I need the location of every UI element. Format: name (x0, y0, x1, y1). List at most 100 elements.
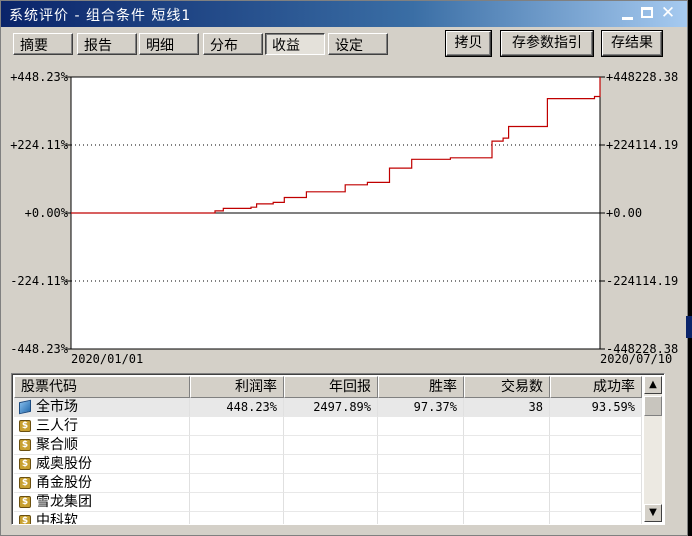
stock-name-text: 威奥股份 (36, 456, 92, 472)
cell-win-rate (378, 474, 464, 493)
save-params-button[interactable]: 存参数指引 (501, 31, 593, 56)
cell-profit-rate (190, 436, 284, 455)
scroll-thumb[interactable] (644, 396, 662, 416)
stock-name-text: 全市场 (36, 399, 78, 415)
cell-stock-name: $ 中科软 (14, 512, 190, 525)
returns-chart-svg: +448.23% +448228.38 +224.11% +224114.19 +0.0… (10, 70, 678, 366)
cell-annual-return (284, 512, 378, 524)
table-row[interactable]: $ 中科软 (14, 512, 642, 525)
cell-profit-rate: 448.23% (190, 398, 284, 417)
evaluation-window: 系统评价 - 组合条件 短线1 ✕ 摘要 报告 明细 分布 收益 设定 拷贝 存… (0, 0, 688, 536)
y-tick-label-right: +224114.19 (606, 138, 678, 152)
cell-profit-rate (190, 417, 284, 436)
stock-name-text: 聚合顺 (36, 437, 78, 453)
header-profit-rate[interactable]: 利润率 (190, 376, 284, 398)
cell-success-rate (550, 455, 642, 474)
vertical-scrollbar[interactable]: ▲ ▼ (644, 376, 662, 522)
stock-name-text: 中科软 (36, 513, 78, 525)
tab-settings[interactable]: 设定 (328, 33, 388, 55)
maximize-button[interactable] (639, 6, 657, 22)
x-label-start: 2020/01/01 (71, 352, 143, 366)
copy-button[interactable]: 拷贝 (446, 31, 491, 56)
cell-annual-return (284, 474, 378, 493)
tab-report[interactable]: 报告 (77, 33, 137, 55)
table-row[interactable]: $ 威奥股份 (14, 455, 642, 474)
cell-win-rate: 97.37% (378, 398, 464, 417)
y-tick-label-right: +0.00 (606, 206, 642, 220)
minimize-button[interactable] (619, 6, 637, 22)
x-label-end: 2020/07/10 (600, 352, 672, 366)
scroll-up-icon[interactable]: ▲ (644, 376, 662, 394)
stock-name-text: 三人行 (36, 418, 78, 434)
stock-icon: $ (19, 420, 31, 432)
cell-annual-return: 2497.89% (284, 398, 378, 417)
y-tick-label-left: +448.23% (10, 70, 69, 84)
table-header: 股票代码 利润率 年回报 胜率 交易数 成功率 (14, 376, 642, 398)
y-tick-label-left: -224.11% (10, 274, 69, 288)
stock-icon: $ (19, 439, 31, 451)
table-row[interactable]: 全市场 448.23% 2497.89% 97.37% 38 93.59% (14, 398, 642, 417)
returns-chart: +448.23% +448228.38 +224.11% +224114.19 +0.0… (1, 65, 687, 371)
cell-profit-rate (190, 455, 284, 474)
cell-annual-return (284, 493, 378, 512)
tab-summary[interactable]: 摘要 (13, 33, 73, 55)
cell-success-rate (550, 493, 642, 512)
cell-annual-return (284, 417, 378, 436)
tab-details[interactable]: 明细 (139, 33, 199, 55)
cell-trade-count (464, 493, 550, 512)
stock-icon: $ (19, 458, 31, 470)
table-row[interactable]: $ 三人行 (14, 417, 642, 436)
header-win-rate[interactable]: 胜率 (378, 376, 464, 398)
stock-name-text: 甬金股份 (36, 475, 92, 491)
cell-success-rate (550, 512, 642, 524)
cell-win-rate (378, 512, 464, 524)
close-button[interactable]: ✕ (659, 3, 677, 23)
stock-name-text: 雪龙集团 (36, 494, 92, 510)
close-icon: ✕ (660, 3, 676, 23)
stock-icon: $ (19, 515, 31, 524)
cell-stock-name: $ 三人行 (14, 417, 190, 436)
cell-win-rate (378, 493, 464, 512)
cell-stock-name: $ 聚合顺 (14, 436, 190, 455)
cell-trade-count (464, 455, 550, 474)
save-results-button[interactable]: 存结果 (602, 31, 662, 56)
market-icon (19, 399, 31, 415)
y-tick-label-right: +448228.38 (606, 70, 678, 84)
tab-distribution[interactable]: 分布 (203, 33, 263, 55)
cell-win-rate (378, 436, 464, 455)
cell-trade-count (464, 417, 550, 436)
cell-stock-name: 全市场 (14, 398, 190, 417)
stock-icon: $ (19, 477, 31, 489)
table-row[interactable]: $ 甬金股份 (14, 474, 642, 493)
cell-profit-rate (190, 474, 284, 493)
y-tick-label-right: -224114.19 (606, 274, 678, 288)
header-trade-count[interactable]: 交易数 (464, 376, 550, 398)
cell-profit-rate (190, 493, 284, 512)
cell-success-rate: 93.59% (550, 398, 642, 417)
table-row[interactable]: $ 聚合顺 (14, 436, 642, 455)
minimize-icon (622, 17, 633, 20)
cell-stock-name: $ 甬金股份 (14, 474, 190, 493)
cell-trade-count (464, 512, 550, 524)
tab-returns[interactable]: 收益 (265, 33, 325, 55)
cell-stock-name: $ 雪龙集团 (14, 493, 190, 512)
cell-success-rate (550, 474, 642, 493)
background-window-edge (686, 316, 692, 338)
header-annual-return[interactable]: 年回报 (284, 376, 378, 398)
y-tick-label-left: +224.11% (10, 138, 69, 152)
cell-profit-rate (190, 512, 284, 524)
header-stock-code[interactable]: 股票代码 (14, 376, 190, 398)
title-bar[interactable]: 系统评价 - 组合条件 短线1 ✕ (1, 1, 687, 27)
window-title: 系统评价 - 组合条件 短线1 (9, 8, 192, 24)
scroll-down-icon[interactable]: ▼ (644, 504, 662, 522)
maximize-icon (641, 7, 653, 18)
toolbar: 摘要 报告 明细 分布 收益 设定 拷贝 存参数指引 存结果 (1, 29, 687, 59)
cell-trade-count: 38 (464, 398, 550, 417)
cell-trade-count (464, 436, 550, 455)
cell-success-rate (550, 417, 642, 436)
cell-win-rate (378, 417, 464, 436)
y-tick-label-left: -448.23% (10, 342, 69, 356)
table-row[interactable]: $ 雪龙集团 (14, 493, 642, 512)
header-success-rate[interactable]: 成功率 (550, 376, 642, 398)
stock-table: 股票代码 利润率 年回报 胜率 交易数 成功率 全市场 448.23% 2497.8… (11, 373, 665, 525)
